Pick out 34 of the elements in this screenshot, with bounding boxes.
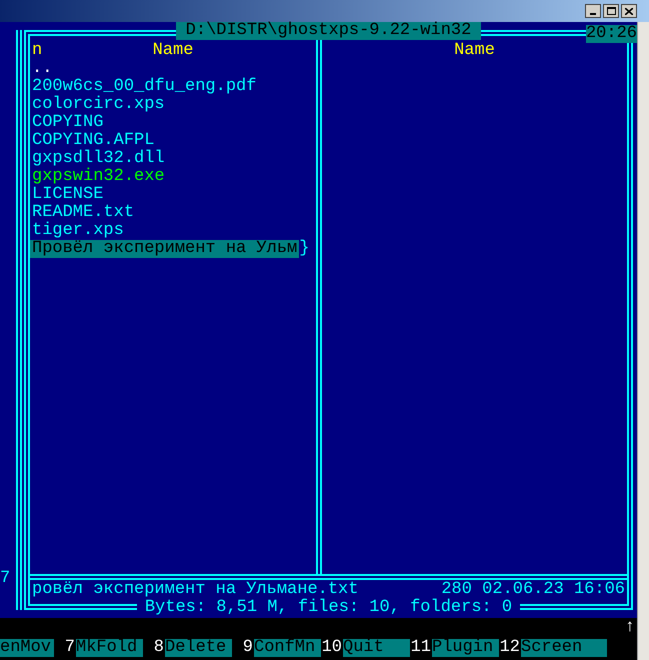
file-name[interactable]: Провёл эксперимент на Ульм <box>30 240 300 258</box>
keybar-button[interactable]: Delete <box>165 639 232 657</box>
file-name[interactable]: COPYING <box>30 114 106 132</box>
keybar-button[interactable]: Screen <box>521 639 607 657</box>
close-icon <box>625 8 633 14</box>
file-name[interactable]: tiger.xps <box>30 222 126 240</box>
keybar-button[interactable]: ConfMn <box>254 639 321 657</box>
clock: 20:26 <box>586 25 637 43</box>
file-name[interactable]: .. <box>30 60 54 78</box>
truncation-mark: } <box>299 240 310 258</box>
file-name[interactable]: 200w6cs_00_dfu_eng.pdf <box>30 78 258 96</box>
file-name[interactable]: LICENSE <box>30 186 106 204</box>
keybar-button[interactable]: MkFold <box>76 639 143 657</box>
scroll-mark: ↑ <box>624 619 635 637</box>
file-name[interactable]: colorcirc.xps <box>30 96 167 114</box>
column-header[interactable]: Name <box>152 42 194 60</box>
maximize-button[interactable] <box>603 4 619 18</box>
column-header[interactable]: Name <box>454 42 495 60</box>
file-name[interactable]: COPYING.AFPL <box>30 132 156 150</box>
keybar-button[interactable]: Quit <box>343 639 410 657</box>
close-button[interactable] <box>621 4 637 18</box>
file-name[interactable]: gxpswin32.exe <box>30 168 167 186</box>
scrollbar[interactable] <box>637 22 649 660</box>
sort-indicator: n <box>32 42 42 60</box>
path-title: D:\DISTR\ghostxps-9.22-win32 <box>176 22 482 40</box>
keybar-button[interactable]: Plugin <box>432 639 499 657</box>
totals-text: Bytes: 8,51 M, files: 10, folders: 0 <box>136 599 520 617</box>
file-name[interactable]: gxpsdll32.dll <box>30 150 167 168</box>
keybar-button[interactable]: enMov <box>0 639 54 657</box>
panel-fragment-text: 7 <box>0 570 12 588</box>
info-file-details: 280 02.06.23 16:06 <box>441 581 625 599</box>
minimize-button[interactable] <box>585 4 601 18</box>
file-name[interactable]: README.txt <box>30 204 136 222</box>
info-file-name: ровёл эксперимент на Ульмане.txt <box>32 581 358 599</box>
